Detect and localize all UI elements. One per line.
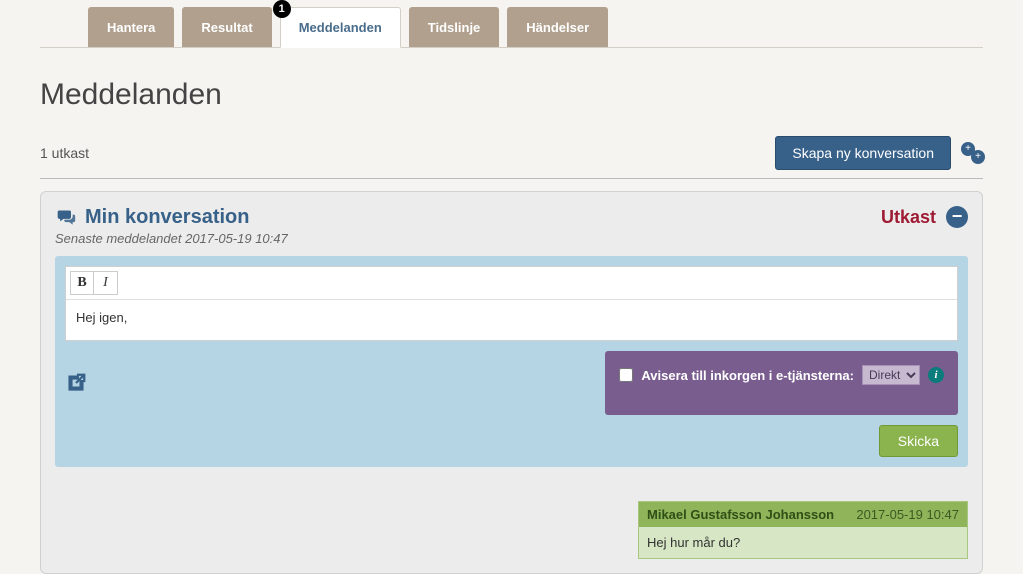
conversation-card: Min konversation Senaste meddelandet 201…	[40, 191, 983, 574]
collapse-button[interactable]: −	[946, 206, 968, 228]
tab-tidslinje[interactable]: Tidslinje	[409, 7, 500, 47]
plus-icon[interactable]: +	[971, 150, 985, 164]
tab-handelser[interactable]: Händelser	[507, 7, 608, 47]
popout-icon[interactable]	[65, 372, 87, 394]
avisera-checkbox[interactable]	[619, 368, 633, 382]
tab-badge: 1	[273, 0, 291, 18]
editor-panel: B I Hej igen, Avisera till inkorgen i e-…	[55, 256, 968, 467]
bold-button[interactable]: B	[70, 271, 94, 295]
editor: B I Hej igen,	[65, 266, 958, 341]
conversation-subtitle: Senaste meddelandet 2017-05-19 10:47	[55, 231, 288, 246]
tab-meddelanden[interactable]: 1 Meddelanden	[280, 7, 401, 48]
send-button[interactable]: Skicka	[879, 425, 958, 457]
editor-toolbar: B I	[66, 267, 957, 300]
status-badge: Utkast	[881, 207, 936, 228]
info-icon[interactable]: i	[928, 367, 944, 383]
draft-count: 1 utkast	[40, 145, 89, 161]
italic-button[interactable]: I	[94, 271, 118, 295]
chat-icon	[55, 208, 77, 228]
conversation-title: Min konversation	[55, 206, 288, 229]
tab-bar: Hantera Resultat 1 Meddelanden Tidslinje…	[40, 0, 983, 48]
new-conversation-button[interactable]: Skapa ny konversation	[775, 136, 951, 170]
message-bubble: Mikael Gustafsson Johansson 2017-05-19 1…	[638, 501, 968, 559]
message-timestamp: 2017-05-19 10:47	[856, 507, 959, 522]
avisera-bar: Avisera till inkorgen i e-tjänsterna: Di…	[605, 351, 958, 415]
editor-body[interactable]: Hej igen,	[66, 300, 957, 340]
message-body: Hej hur mår du?	[639, 527, 967, 558]
tab-label: Meddelanden	[299, 20, 382, 35]
avisera-select[interactable]: Direkt	[862, 365, 920, 385]
avisera-label: Avisera till inkorgen i e-tjänsterna:	[641, 368, 854, 383]
message-author: Mikael Gustafsson Johansson	[647, 507, 834, 522]
tab-hantera[interactable]: Hantera	[88, 7, 174, 47]
add-cluster: + +	[961, 142, 983, 164]
page-title: Meddelanden	[40, 78, 983, 112]
tab-resultat[interactable]: Resultat	[182, 7, 271, 47]
conversation-title-text: Min konversation	[85, 206, 249, 229]
message-thread: Mikael Gustafsson Johansson 2017-05-19 1…	[55, 501, 968, 559]
